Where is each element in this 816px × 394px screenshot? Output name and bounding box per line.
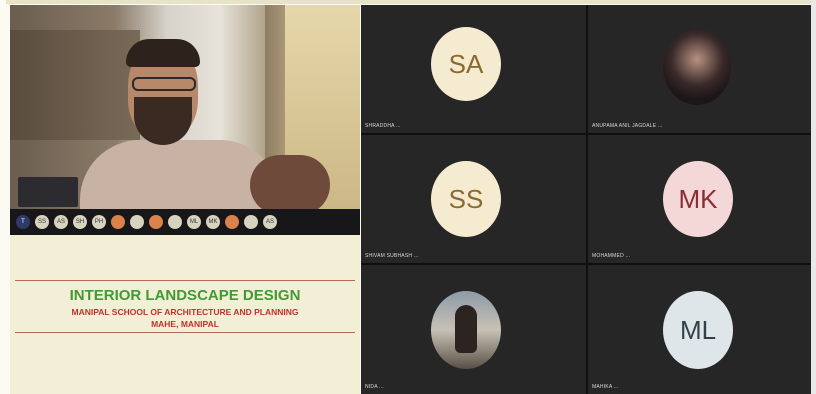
participant-chip[interactable]: MK <box>206 215 220 229</box>
participant-tile[interactable]: MK MOHAMMED ... <box>588 135 816 263</box>
shared-slide: INTERIOR LANDSCAPE DESIGN MANIPAL SCHOOL… <box>10 235 360 394</box>
presenter-beard <box>134 97 192 145</box>
presenter-glasses <box>132 77 196 91</box>
participant-tile[interactable]: ML MAHIKA ... <box>588 265 816 394</box>
presenter-hair <box>126 39 200 67</box>
avatar: SS <box>431 161 501 237</box>
avatar-photo <box>663 29 731 105</box>
participant-tile[interactable]: NIDA ... <box>361 265 586 394</box>
participant-chip[interactable]: T <box>16 215 30 229</box>
participant-tile[interactable]: SS SHIVAM SUBHASH ... <box>361 135 586 263</box>
avatar: ML <box>663 291 733 369</box>
meeting-window: T SS AS SH PH ML MK AS INTERIOR LANDSCAP… <box>0 0 816 394</box>
participant-chip[interactable] <box>168 215 182 229</box>
slide-top-rule <box>15 280 355 281</box>
participant-strip: T SS AS SH PH ML MK AS <box>10 209 360 235</box>
participant-name: MAHIKA ... <box>592 384 619 390</box>
laptop <box>18 177 78 207</box>
participant-name: MOHAMMED ... <box>592 253 631 259</box>
participant-name: SHRADDHA ... <box>365 123 401 129</box>
participant-name: ANUPAMA ANIL JAGDALE ... <box>592 123 663 129</box>
slide-subtitle-line1: MANIPAL SCHOOL OF ARCHITECTURE AND PLANN… <box>71 307 299 317</box>
slide-title: INTERIOR LANDSCAPE DESIGN <box>69 287 301 304</box>
participant-name: NIDA ... <box>365 384 384 390</box>
slide-bottom-rule <box>15 332 355 333</box>
participant-chip[interactable] <box>244 215 258 229</box>
participant-tile[interactable]: ANUPAMA ANIL JAGDALE ... <box>588 5 816 133</box>
participant-gallery: SA SHRADDHA ... ANUPAMA ANIL JAGDALE ...… <box>361 5 816 394</box>
slide-subtitle-line2: MAHE, MANIPAL <box>151 319 219 329</box>
participant-tile[interactable]: SA SHRADDHA ... <box>361 5 586 133</box>
right-border <box>811 0 816 394</box>
participant-chip[interactable] <box>149 215 163 229</box>
presenter-video[interactable] <box>10 5 360 235</box>
avatar: SA <box>431 27 501 101</box>
avatar-photo <box>431 291 501 369</box>
participant-chip[interactable]: PH <box>92 215 106 229</box>
participant-chip[interactable] <box>130 215 144 229</box>
participant-name: SHIVAM SUBHASH ... <box>365 253 419 259</box>
wall-panel <box>10 30 140 140</box>
participant-chip[interactable]: SS <box>35 215 49 229</box>
participant-chip[interactable]: ML <box>187 215 201 229</box>
avatar: MK <box>663 161 733 237</box>
participant-chip[interactable]: SH <box>73 215 87 229</box>
participant-chip[interactable]: AS <box>54 215 68 229</box>
top-border <box>6 0 816 4</box>
participant-chip[interactable] <box>225 215 239 229</box>
participant-chip[interactable] <box>111 215 125 229</box>
presenter-hand <box>250 155 330 215</box>
participant-chip[interactable]: AS <box>263 215 277 229</box>
